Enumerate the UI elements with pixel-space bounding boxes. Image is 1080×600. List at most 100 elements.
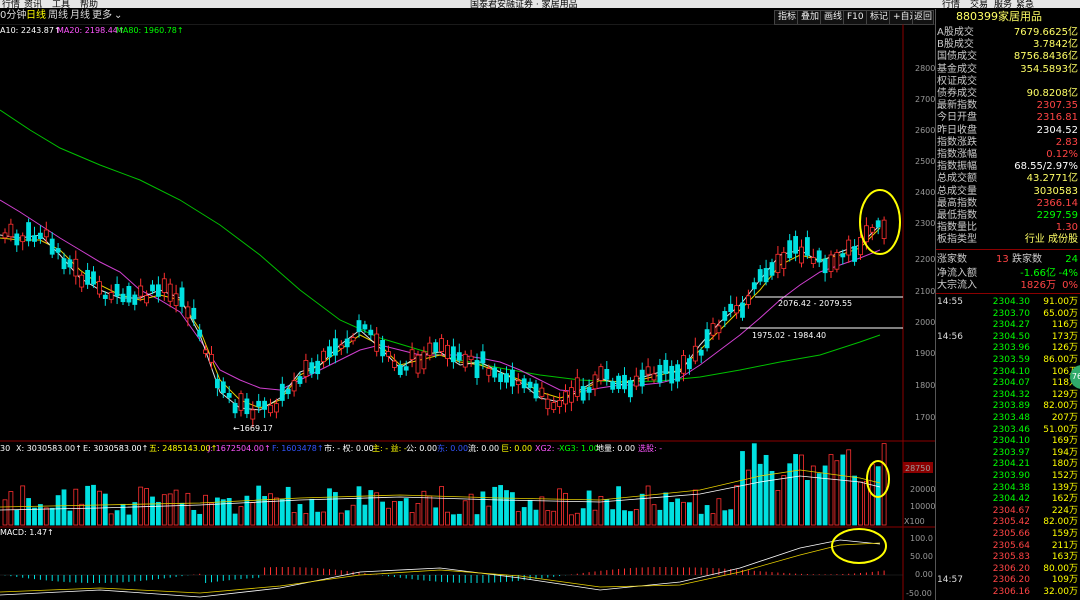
tick-row[interactable]: 2304.42 162万 bbox=[936, 493, 1080, 505]
candle-body bbox=[692, 345, 698, 362]
candle-body bbox=[114, 283, 120, 297]
volume-bar bbox=[781, 475, 787, 526]
volume-bar bbox=[799, 454, 804, 526]
macd-bar bbox=[795, 573, 797, 575]
candle-body bbox=[527, 381, 533, 388]
candle-body bbox=[445, 344, 450, 359]
menu-item-news[interactable]: 资讯 bbox=[24, 0, 42, 8]
macd-bar bbox=[358, 572, 360, 575]
tick-row[interactable]: 2303.59 86.00万 bbox=[936, 354, 1080, 366]
volume-legend-item: 巨: 0.00 bbox=[501, 444, 532, 453]
tick-row[interactable]: 2304.07 118万 bbox=[936, 377, 1080, 389]
tick-volume: 163万 bbox=[1051, 552, 1078, 563]
tick-row[interactable]: 14:56 2304.50 173万 bbox=[936, 331, 1080, 343]
period-minute[interactable]: 0分钟 bbox=[0, 9, 26, 23]
price-tick: 2800 bbox=[915, 64, 935, 73]
tick-row[interactable]: 2304.10 169万 bbox=[936, 435, 1080, 447]
macd-bar bbox=[629, 568, 631, 575]
stat-row: 总成交额 43.2771亿 bbox=[936, 173, 1080, 185]
volume-bar bbox=[268, 493, 273, 526]
tick-row[interactable]: 2304.10 106万 bbox=[936, 366, 1080, 378]
tick-row[interactable]: 14:57 2306.20 109万 bbox=[936, 574, 1080, 586]
tick-row[interactable]: 2303.46 51.00万 bbox=[936, 424, 1080, 436]
tick-row[interactable]: 2303.48 207万 bbox=[936, 412, 1080, 424]
candle-body bbox=[232, 402, 238, 414]
tick-row[interactable]: 2305.64 211万 bbox=[936, 540, 1080, 552]
tick-price: 2304.10 bbox=[992, 436, 1030, 447]
macd-bar bbox=[110, 575, 112, 583]
tick-row[interactable]: 14:55 2304.30 91.00万 bbox=[936, 296, 1080, 308]
period-more-chevron-icon[interactable]: ⌄ bbox=[114, 9, 122, 23]
f10-button[interactable]: F10 bbox=[843, 10, 868, 25]
tick-row[interactable]: 2304.21 180万 bbox=[936, 458, 1080, 470]
menu-item-tools[interactable]: 工具 bbox=[52, 0, 70, 8]
volume-bar bbox=[710, 513, 716, 526]
candle-body bbox=[2, 232, 8, 239]
menu-item-service[interactable]: 服务 bbox=[994, 0, 1012, 8]
volume-bar bbox=[79, 503, 85, 526]
macd-bar bbox=[281, 567, 283, 575]
volume-bar bbox=[810, 465, 816, 526]
menu-item-urgent[interactable]: 紧急 bbox=[1016, 0, 1034, 8]
menu-item-quotes-right[interactable]: 行情 bbox=[942, 0, 960, 8]
tick-row[interactable]: 2303.89 82.00万 bbox=[936, 400, 1080, 412]
menu-item-help[interactable]: 帮助 bbox=[80, 0, 98, 8]
tick-row[interactable]: 2303.70 65.00万 bbox=[936, 308, 1080, 320]
tick-row[interactable]: 2306.20 80.00万 bbox=[936, 563, 1080, 575]
stat-value: 3.7842亿 bbox=[1033, 39, 1078, 51]
candlesticks[interactable] bbox=[2, 216, 887, 427]
tick-row[interactable]: 2303.96 126万 bbox=[936, 342, 1080, 354]
volume-bar bbox=[362, 504, 368, 526]
menu-item-quotes[interactable]: 行情 bbox=[2, 0, 20, 8]
candle-body bbox=[279, 383, 285, 401]
net-inflow-row: 净流入额 -1.66亿 -4% bbox=[936, 268, 1080, 280]
period-daily[interactable]: 日线 bbox=[26, 9, 46, 23]
volume-legend-item: 市: - 权: 0.00 bbox=[324, 443, 374, 453]
candle-body bbox=[746, 295, 751, 305]
tick-row[interactable]: 2305.42 82.00万 bbox=[936, 516, 1080, 528]
period-monthly[interactable]: 月线 bbox=[70, 9, 90, 23]
macd-bar bbox=[600, 570, 602, 575]
macd-bar bbox=[69, 575, 71, 583]
menu-item-trade[interactable]: 交易 bbox=[970, 0, 988, 8]
tick-price: 2306.20 bbox=[992, 563, 1030, 574]
macd-bar bbox=[317, 568, 319, 575]
tick-row[interactable]: 2306.16 32.00万 bbox=[936, 586, 1080, 598]
tick-row[interactable]: 2305.66 159万 bbox=[936, 528, 1080, 540]
candle-body bbox=[504, 373, 509, 383]
macd-bar bbox=[759, 571, 761, 575]
macd-bar bbox=[594, 571, 596, 575]
kline-chart[interactable]: A10: 2243.87↑ MA20: 2198.44↑ MA80: 1960.… bbox=[0, 24, 935, 600]
tick-row[interactable]: 2305.83 163万 bbox=[936, 551, 1080, 563]
macd-bar bbox=[128, 575, 130, 582]
volume-bar bbox=[445, 511, 450, 526]
candle-body bbox=[651, 373, 657, 381]
volume-bar bbox=[692, 489, 698, 526]
macd-bar bbox=[205, 575, 207, 584]
tick-row[interactable]: 2303.97 194万 bbox=[936, 447, 1080, 459]
volume-bar bbox=[108, 513, 114, 526]
stat-value: 2297.59 bbox=[1036, 210, 1078, 221]
macd-bar bbox=[836, 574, 838, 575]
tick-row[interactable]: 2304.38 139万 bbox=[936, 482, 1080, 494]
volume-legend-item: 地量: 0.00 bbox=[596, 443, 635, 453]
tick-row[interactable]: 2304.32 129万 bbox=[936, 389, 1080, 401]
volume-bar bbox=[527, 499, 533, 526]
tick-row[interactable]: 2304.67 224万 bbox=[936, 505, 1080, 517]
macd-bar bbox=[447, 575, 448, 583]
tick-row[interactable]: 2304.27 116万 bbox=[936, 319, 1080, 331]
macd-bar bbox=[157, 575, 159, 580]
candle-body bbox=[716, 325, 722, 334]
macd-bar bbox=[388, 575, 389, 577]
candle-body bbox=[427, 342, 433, 356]
period-weekly[interactable]: 周线 bbox=[48, 9, 68, 23]
tick-row[interactable]: 2303.90 152万 bbox=[936, 470, 1080, 482]
back-button[interactable]: 返回 bbox=[912, 10, 935, 25]
volume-bar bbox=[167, 493, 173, 526]
volume-bar bbox=[687, 502, 692, 526]
stat-label: 最低指数 bbox=[937, 210, 977, 221]
tick-price: 2304.30 bbox=[992, 297, 1030, 307]
period-more[interactable]: 更多 bbox=[92, 9, 112, 23]
volume-bar bbox=[533, 509, 539, 526]
volume-legend-item: 主: - 益: - bbox=[372, 443, 407, 453]
